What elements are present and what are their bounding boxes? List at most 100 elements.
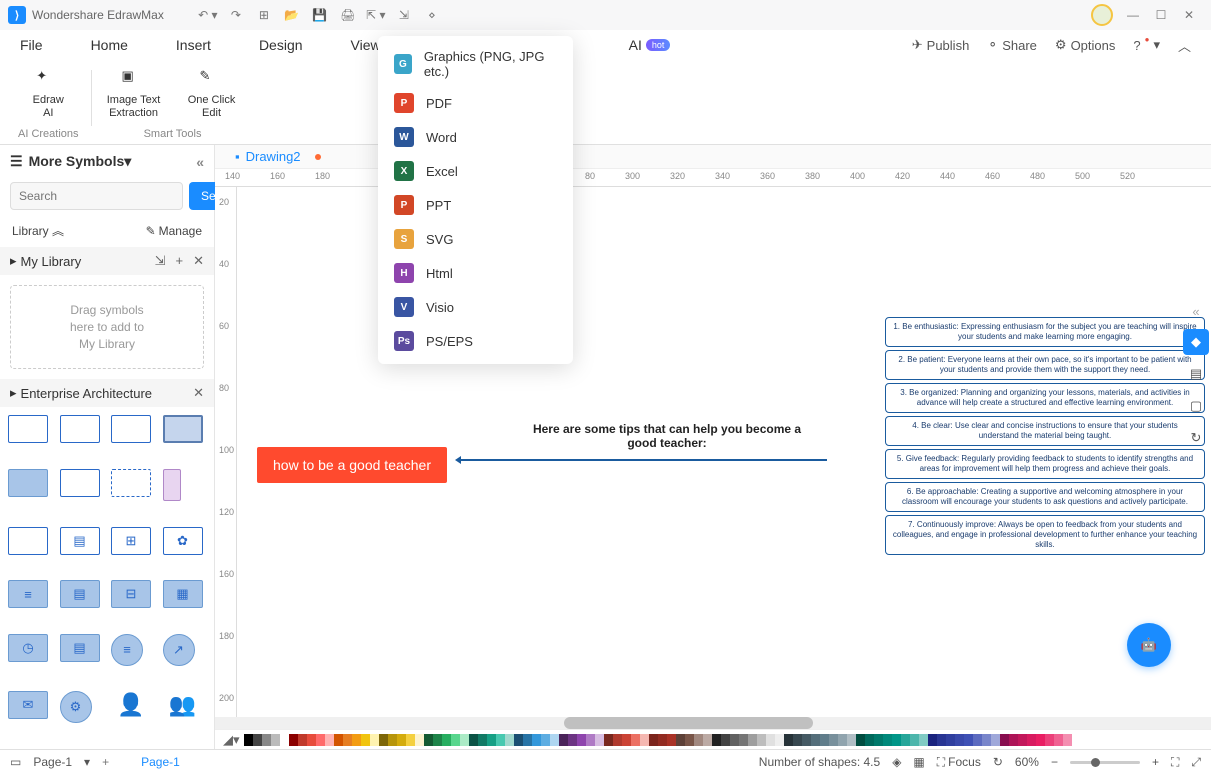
color-swatch[interactable] [649,734,658,746]
color-swatch[interactable] [442,734,451,746]
shape-item[interactable]: ▤ [60,527,100,555]
symbol-search-input[interactable] [10,182,183,210]
zoom-level[interactable]: 60% [1015,755,1039,769]
open-button[interactable]: 📂 [278,3,306,27]
export-button[interactable]: ⇱ ▾ [362,3,390,27]
refresh-button[interactable]: ↻ [993,755,1003,769]
close-lib-icon[interactable]: ✕ [193,253,204,269]
zoom-out-button[interactable]: − [1051,755,1058,769]
color-swatch[interactable] [433,734,442,746]
fullscreen-button[interactable]: ⤢ [1191,755,1201,770]
shape-item[interactable] [163,469,181,501]
color-swatch[interactable] [775,734,784,746]
export-item[interactable]: WWord [378,120,573,154]
color-swatch[interactable] [748,734,757,746]
color-swatch[interactable] [1018,734,1027,746]
color-swatch[interactable] [469,734,478,746]
color-swatch[interactable] [973,734,982,746]
shape-item[interactable] [8,415,48,443]
tip-node[interactable]: 1. Be enthusiastic: Expressing enthusias… [885,317,1205,347]
color-swatch[interactable] [937,734,946,746]
page-dropdown[interactable]: ▾ [84,755,90,769]
color-swatch[interactable] [451,734,460,746]
edraw-ai-tool[interactable]: ✦ EdrawAI [18,68,78,120]
menu-insert[interactable]: Insert [176,37,211,53]
color-swatch[interactable] [496,734,505,746]
options-button[interactable]: ⚙ Options [1055,37,1115,53]
color-swatch[interactable] [955,734,964,746]
export-item[interactable]: GGraphics (PNG, JPG etc.) [378,42,573,86]
color-swatch[interactable] [262,734,271,746]
shape-item[interactable]: ≡ [111,634,143,666]
color-swatch[interactable] [964,734,973,746]
page-label[interactable]: Page-1 [33,755,72,769]
export-item[interactable]: XExcel [378,154,573,188]
menu-home[interactable]: Home [91,37,128,53]
library-label[interactable]: Library ︽ [12,222,64,239]
color-swatch[interactable] [685,734,694,746]
shape-item[interactable]: 👤 [111,691,151,719]
color-swatch[interactable] [577,734,586,746]
color-swatch[interactable] [946,734,955,746]
new-button[interactable]: ⊞ [250,3,278,27]
color-swatch[interactable] [784,734,793,746]
close-button[interactable]: ✕ [1175,3,1203,27]
color-swatch[interactable] [622,734,631,746]
color-swatch[interactable] [1054,734,1063,746]
mindmap-root-node[interactable]: how to be a good teacher [257,447,447,483]
color-swatch[interactable] [640,734,649,746]
horizontal-scrollbar[interactable] [215,717,1211,729]
export-lib-icon[interactable]: ⇲ [155,253,166,269]
color-swatch[interactable] [280,734,289,746]
export-item[interactable]: PPPT [378,188,573,222]
color-swatch[interactable] [991,734,1000,746]
color-swatch[interactable] [838,734,847,746]
user-avatar[interactable] [1091,4,1113,26]
color-swatch[interactable] [244,734,253,746]
export-item[interactable]: PsPS/EPS [378,324,573,358]
tip-node[interactable]: 5. Give feedback: Regularly providing fe… [885,449,1205,479]
export-item[interactable]: HHtml [378,256,573,290]
menu-view[interactable]: View [351,37,381,53]
share-button[interactable]: ⚬ Share [987,37,1037,53]
expand-rail-button[interactable]: « [1186,304,1206,319]
color-swatch[interactable] [1000,734,1009,746]
import-button[interactable]: ⇲ [390,3,418,27]
enterprise-arch-panel[interactable]: ▸ Enterprise Architecture ✕ [0,379,214,407]
menu-design[interactable]: Design [259,37,303,53]
color-swatch[interactable] [271,734,280,746]
color-swatch[interactable] [676,734,685,746]
redo-button[interactable]: ↷ [222,3,250,27]
save-button[interactable]: 💾 [306,3,334,27]
color-swatch[interactable] [811,734,820,746]
color-swatch[interactable] [316,734,325,746]
tip-node[interactable]: 6. Be approachable: Creating a supportiv… [885,482,1205,512]
outline-button[interactable]: ▦ [913,755,924,769]
shape-item[interactable]: ⊟ [111,580,151,608]
color-swatch[interactable] [370,734,379,746]
color-swatch[interactable] [595,734,604,746]
maximize-button[interactable]: ☐ [1147,3,1175,27]
shape-item[interactable] [111,469,151,497]
color-swatch[interactable] [1009,734,1018,746]
shape-item[interactable]: ↗ [163,634,195,666]
export-item[interactable]: VVisio [378,290,573,324]
shape-item[interactable] [60,469,100,497]
color-swatch[interactable] [928,734,937,746]
color-swatch[interactable] [586,734,595,746]
mindmap-subtitle[interactable]: Here are some tips that can help you bec… [517,422,817,450]
color-swatch[interactable] [253,734,262,746]
shape-item[interactable]: ▤ [60,580,100,608]
tip-node[interactable]: 7. Continuously improve: Always be open … [885,515,1205,555]
presentation-panel-button[interactable]: ▢ [1183,393,1209,419]
help-button[interactable]: ?● ▾ [1133,37,1160,53]
color-swatch[interactable] [298,734,307,746]
color-swatch[interactable] [856,734,865,746]
document-tab[interactable]: ▪ Drawing2 [223,147,333,166]
focus-button[interactable]: ⛶ Focus [937,755,981,770]
pages-button[interactable]: ▭ [10,755,21,769]
color-swatch[interactable] [694,734,703,746]
collapse-sidebar-button[interactable]: « [196,154,204,170]
undo-button[interactable]: ↶ ▾ [194,3,222,27]
image-text-extraction-tool[interactable]: ▣ Image TextExtraction [104,68,164,120]
